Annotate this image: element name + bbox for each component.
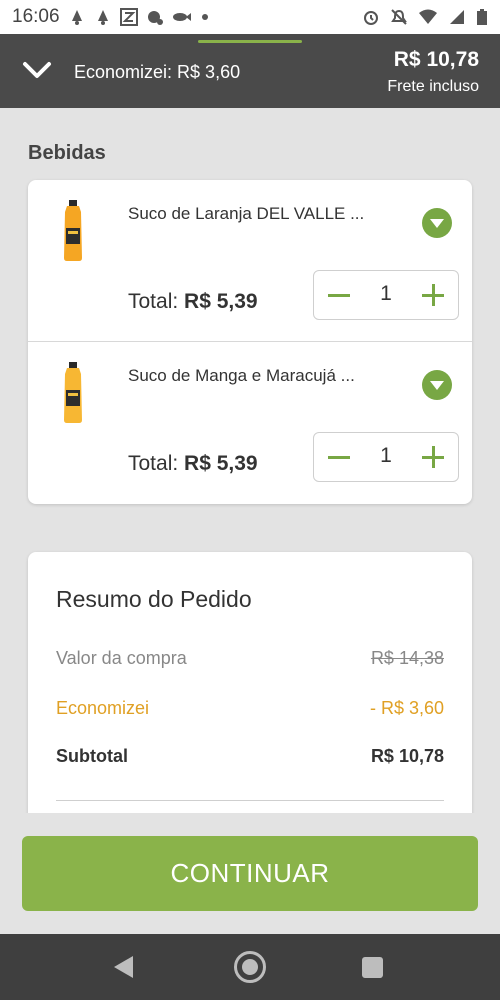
- mute-icon: [391, 9, 407, 25]
- alarm-icon: [364, 11, 378, 25]
- footer-area: CONTINUAR: [0, 813, 500, 934]
- back-icon[interactable]: [114, 956, 133, 978]
- summary-divider: [56, 800, 444, 801]
- notification-icon: [71, 10, 82, 25]
- summary-value: R$ 10,78: [370, 746, 444, 766]
- status-bar: 16:06: [0, 0, 500, 34]
- home-icon[interactable]: [234, 951, 266, 983]
- summary-row-savings: Economizei - R$ 3,60: [56, 698, 444, 719]
- product-name: Suco de Manga e Maracujá ...: [128, 366, 355, 385]
- product-image: [64, 362, 82, 423]
- order-summary-card: Resumo do Pedido Valor da compra R$ 14,3…: [28, 552, 472, 813]
- total-value: R$ 5,39: [184, 290, 258, 313]
- summary-value: - R$ 3,60: [369, 698, 444, 718]
- recent-apps-icon[interactable]: [362, 957, 383, 978]
- item-total: Total: R$ 5,39: [128, 452, 258, 476]
- cart-card: Suco de Laranja DEL VALLE ... Total: R$ …: [28, 180, 472, 504]
- expand-item-button[interactable]: [422, 208, 452, 238]
- total-prefix: Total:: [128, 290, 179, 313]
- quantity-value: 1: [380, 444, 392, 467]
- expand-item-button[interactable]: [422, 370, 452, 400]
- cart-content[interactable]: Bebidas Suco de Laranja DEL VALLE ... To…: [0, 108, 500, 813]
- total-value: R$ 5,39: [184, 452, 258, 475]
- quantity-stepper: 1: [313, 432, 459, 482]
- decrease-quantity-button[interactable]: [326, 444, 352, 470]
- product-name: Suco de Laranja DEL VALLE ...: [128, 204, 365, 223]
- summary-row-purchase-value: Valor da compra R$ 14,38: [56, 648, 444, 669]
- dot-icon: [201, 14, 208, 20]
- clock: 16:06: [12, 6, 60, 27]
- cart-item: Suco de Manga e Maracujá ... Total: R$ 5…: [28, 342, 472, 504]
- status-right: [362, 8, 488, 26]
- fish-icon: [172, 13, 191, 21]
- notification-icon: [147, 11, 163, 25]
- battery-icon: [477, 9, 487, 25]
- cart-item: Suco de Laranja DEL VALLE ... Total: R$ …: [28, 180, 472, 342]
- zap-icon: [119, 8, 138, 26]
- chevron-down-icon[interactable]: [22, 58, 52, 82]
- increase-quantity-button[interactable]: [420, 444, 446, 470]
- summary-value: R$ 14,38: [370, 648, 444, 668]
- signal-icon: [450, 10, 464, 24]
- continue-button[interactable]: CONTINUAR: [22, 836, 478, 911]
- product-image: [64, 200, 82, 261]
- cart-header: Economizei: R$ 3,60 R$ 10,78 Frete inclu…: [0, 34, 500, 108]
- notification-icon: [97, 10, 108, 25]
- section-title: Bebidas: [28, 142, 106, 164]
- quantity-value: 1: [380, 282, 392, 305]
- wifi-icon: [419, 9, 437, 24]
- drag-handle[interactable]: [198, 40, 302, 43]
- status-left: 16:06: [12, 6, 210, 28]
- summary-label: Subtotal: [56, 746, 128, 766]
- summary-label: Economizei: [56, 698, 150, 718]
- savings-text: Economizei: R$ 3,60: [74, 62, 241, 82]
- decrease-quantity-button[interactable]: [326, 282, 352, 308]
- increase-quantity-button[interactable]: [420, 282, 446, 308]
- header-total: R$ 10,78: [393, 48, 479, 71]
- summary-title: Resumo do Pedido: [56, 586, 252, 612]
- system-nav-bar: [0, 934, 500, 1000]
- item-total: Total: R$ 5,39: [128, 290, 258, 314]
- quantity-stepper: 1: [313, 270, 459, 320]
- shipping-note: Frete incluso: [387, 78, 479, 95]
- total-prefix: Total:: [128, 452, 179, 475]
- summary-row-subtotal: Subtotal R$ 10,78: [56, 746, 444, 767]
- summary-label: Valor da compra: [56, 648, 187, 668]
